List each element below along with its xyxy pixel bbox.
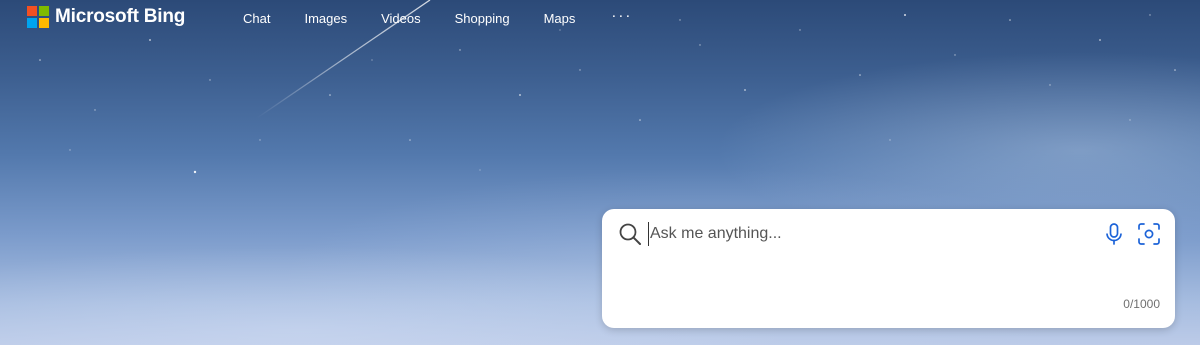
logo-square-blue — [27, 18, 37, 28]
bing-logo-link[interactable]: Microsoft Bing — [27, 5, 185, 29]
more-options-icon[interactable]: ··· — [611, 8, 632, 23]
nav-maps[interactable]: Maps — [544, 11, 576, 26]
logo-square-green — [39, 6, 49, 16]
nav-shopping[interactable]: Shopping — [455, 11, 510, 26]
logo-square-red — [27, 6, 37, 16]
microphone-icon[interactable] — [1102, 222, 1126, 246]
microsoft-logo-icon — [27, 6, 49, 28]
brand-name: Microsoft Bing — [55, 6, 186, 27]
visual-search-icon[interactable] — [1136, 221, 1162, 247]
bing-homepage: Microsoft Bing Chat Images Videos Shoppi… — [0, 0, 1200, 345]
search-box: 0/1000 — [602, 209, 1175, 328]
character-counter: 0/1000 — [1123, 297, 1160, 311]
search-input[interactable] — [648, 222, 1080, 246]
top-nav: Chat Images Videos Shopping Maps ··· — [243, 8, 632, 27]
search-icon[interactable] — [618, 222, 642, 246]
nav-videos[interactable]: Videos — [381, 11, 421, 26]
logo-square-yellow — [39, 18, 49, 28]
nav-chat[interactable]: Chat — [243, 11, 270, 26]
nav-images[interactable]: Images — [304, 11, 347, 26]
